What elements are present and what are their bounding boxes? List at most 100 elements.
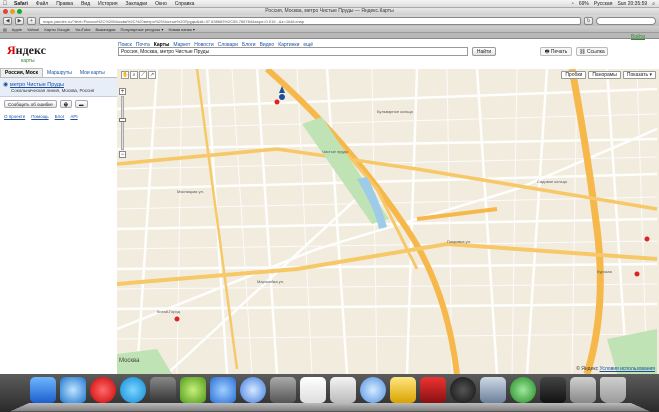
show-dropdown[interactable]: Показать ▾ <box>622 71 656 79</box>
search-result[interactable]: ◉ метро Чистые Пруды Сокольническая лини… <box>0 78 117 97</box>
map-search-input[interactable]: Россия, Москва, метро Чистые Пруды <box>118 47 468 56</box>
map-toolbar: ✋ ⌕ ⟋ ↗ <box>121 71 156 79</box>
app-green-icon[interactable] <box>510 377 536 403</box>
route-tool-icon[interactable]: ↗ <box>148 71 156 79</box>
report-error-button[interactable]: Сообщить об ошибке <box>4 100 57 108</box>
add-bookmark-button[interactable]: + <box>27 16 36 25</box>
window-title: Россия, Москва, метро Чистые Пруды — Янд… <box>265 8 394 14</box>
dock-icons <box>30 377 626 403</box>
calendar-icon[interactable] <box>300 377 326 403</box>
bookmark-yahoo[interactable]: Yahoo! <box>27 27 39 32</box>
tab-search-results[interactable]: Россия, Моск <box>0 68 43 77</box>
map-canvas[interactable]: Чистые пруды Мясницкая ул. Покровка ул. … <box>117 69 659 374</box>
activity-monitor-icon[interactable] <box>540 377 566 403</box>
panoramas-button[interactable]: Панорамы <box>588 71 621 79</box>
map-label: Покровка ул. <box>447 239 471 244</box>
link-button[interactable]: ⛓ Ссылка <box>576 47 608 56</box>
zoom-slider-handle[interactable] <box>119 118 126 122</box>
bookmark-folder-new[interactable]: Новая папка ▾ <box>168 27 194 32</box>
bookmark-google-maps[interactable]: Карты Google <box>44 27 69 32</box>
minimize-window-icon[interactable] <box>10 9 15 14</box>
save-sidebar-button[interactable]: ▬ <box>75 100 88 108</box>
map-label: Мясницкая ул. <box>177 189 204 194</box>
login-link[interactable]: Войти <box>631 34 645 40</box>
link-about[interactable]: О проекте <box>4 114 25 119</box>
skype-icon[interactable] <box>120 377 146 403</box>
zoom-in-button[interactable]: + <box>119 88 126 95</box>
downloads-stack-icon[interactable] <box>570 377 596 403</box>
photo-booth-icon[interactable] <box>420 377 446 403</box>
bookmark-youtube[interactable]: YouTube <box>75 27 91 32</box>
map-tiles[interactable] <box>117 69 659 374</box>
hand-tool-icon[interactable]: ✋ <box>121 71 129 79</box>
print-button[interactable]: 🖶 Печать <box>540 47 572 56</box>
menu-file[interactable]: Файл <box>32 1 52 7</box>
bookmark-wikipedia[interactable]: Википедия <box>96 27 116 32</box>
spotlight-icon[interactable]: ⌕ <box>652 1 655 7</box>
apple-icon[interactable]:  <box>0 1 10 7</box>
browser-search-field[interactable] <box>596 16 656 25</box>
app-store-icon[interactable] <box>210 377 236 403</box>
notes-icon[interactable] <box>330 377 356 403</box>
bookmarks-bar: ▤ Apple Yahoo! Карты Google YouTube Вики… <box>0 26 659 33</box>
messages-icon[interactable] <box>360 377 386 403</box>
scale-city-label: Москва <box>119 358 140 364</box>
macos-menubar:  Safari Файл Правка Вид История Закладк… <box>0 0 659 8</box>
bookmark-apple[interactable]: Apple <box>12 27 22 32</box>
ruler-tool-icon[interactable]: ⟋ <box>139 71 147 79</box>
sidebar-tabs: Россия, Моск Маршруты Мои карты <box>0 68 117 78</box>
system-prefs-icon[interactable] <box>150 377 176 403</box>
status-area: ◔ 69% Русская Sun 20:35:59 ⌕ <box>571 1 659 7</box>
itunes-icon[interactable] <box>240 377 266 403</box>
wifi-icon[interactable]: ◔ <box>571 1 574 7</box>
trash-icon[interactable] <box>600 377 626 403</box>
preview-icon[interactable] <box>480 377 506 403</box>
zoom-window-icon[interactable] <box>17 9 22 14</box>
reading-list-icon[interactable]: ▤ <box>3 27 7 32</box>
map-label: Китай-Город <box>157 309 180 314</box>
battery-percent[interactable]: 69% <box>579 1 589 7</box>
yandex-header: Яндекс карты Поиск Почта Карты Маркет Но… <box>0 34 659 69</box>
tab-routes[interactable]: Маршруты <box>43 69 76 77</box>
input-source[interactable]: Русская <box>594 1 613 7</box>
forward-button[interactable]: ▶ <box>15 16 24 25</box>
find-button[interactable]: Найти <box>472 47 496 56</box>
finder-icon[interactable] <box>30 377 56 403</box>
logo-wordmark: Яндекс <box>7 43 46 57</box>
zoom-out-button[interactable]: − <box>119 151 126 158</box>
link-api[interactable]: API <box>70 114 77 119</box>
traffic-button[interactable]: Пробки <box>561 71 587 79</box>
logo-subtitle: карты <box>21 58 35 64</box>
browser-toolbar: ◀ ▶ + maps.yandex.ru/?text=Россия%2C%20М… <box>0 15 659 26</box>
print-sidebar-button[interactable]: 🖶 <box>59 100 73 108</box>
bookmark-folder-popular[interactable]: Популярные ресурсы ▾ <box>120 27 163 32</box>
reload-button[interactable]: ↻ <box>584 16 593 25</box>
opera-icon[interactable] <box>90 377 116 403</box>
result-address: Сокольническая линия, Москва, Россия <box>11 88 95 93</box>
back-button[interactable]: ◀ <box>3 16 12 25</box>
tab-my-maps[interactable]: Мои карты <box>76 69 109 77</box>
magnifier-tool-icon[interactable]: ⌕ <box>130 71 138 79</box>
menu-app-name[interactable]: Safari <box>10 1 32 7</box>
menu-view[interactable]: Вид <box>77 1 94 7</box>
link-help[interactable]: Помощь <box>31 114 48 119</box>
link-blog[interactable]: Блог <box>55 114 65 119</box>
dashboard-icon[interactable] <box>450 377 476 403</box>
close-window-icon[interactable] <box>3 9 8 14</box>
yandex-logo[interactable]: Яндекс карты <box>7 43 46 64</box>
terms-link[interactable]: Условия использования <box>600 366 656 372</box>
menu-bookmarks[interactable]: Закладки <box>122 1 152 7</box>
window-titlebar: Россия, Москва, метро Чистые Пруды — Янд… <box>0 8 659 15</box>
safari-icon[interactable] <box>60 377 86 403</box>
menu-history[interactable]: История <box>94 1 121 7</box>
menu-edit[interactable]: Правка <box>52 1 77 7</box>
stickies-icon[interactable] <box>390 377 416 403</box>
map-layer-buttons: Пробки Панорамы Показать ▾ <box>561 71 656 79</box>
facetime-icon[interactable] <box>270 377 296 403</box>
menu-help[interactable]: Справка <box>171 1 199 7</box>
clock[interactable]: Sun 20:35:59 <box>617 1 647 7</box>
menu-window[interactable]: Окно <box>151 1 171 7</box>
zoom-slider[interactable] <box>119 96 126 150</box>
utorrent-icon[interactable] <box>180 377 206 403</box>
address-bar[interactable]: maps.yandex.ru/?text=Россия%2C%20Москва%… <box>39 16 581 25</box>
